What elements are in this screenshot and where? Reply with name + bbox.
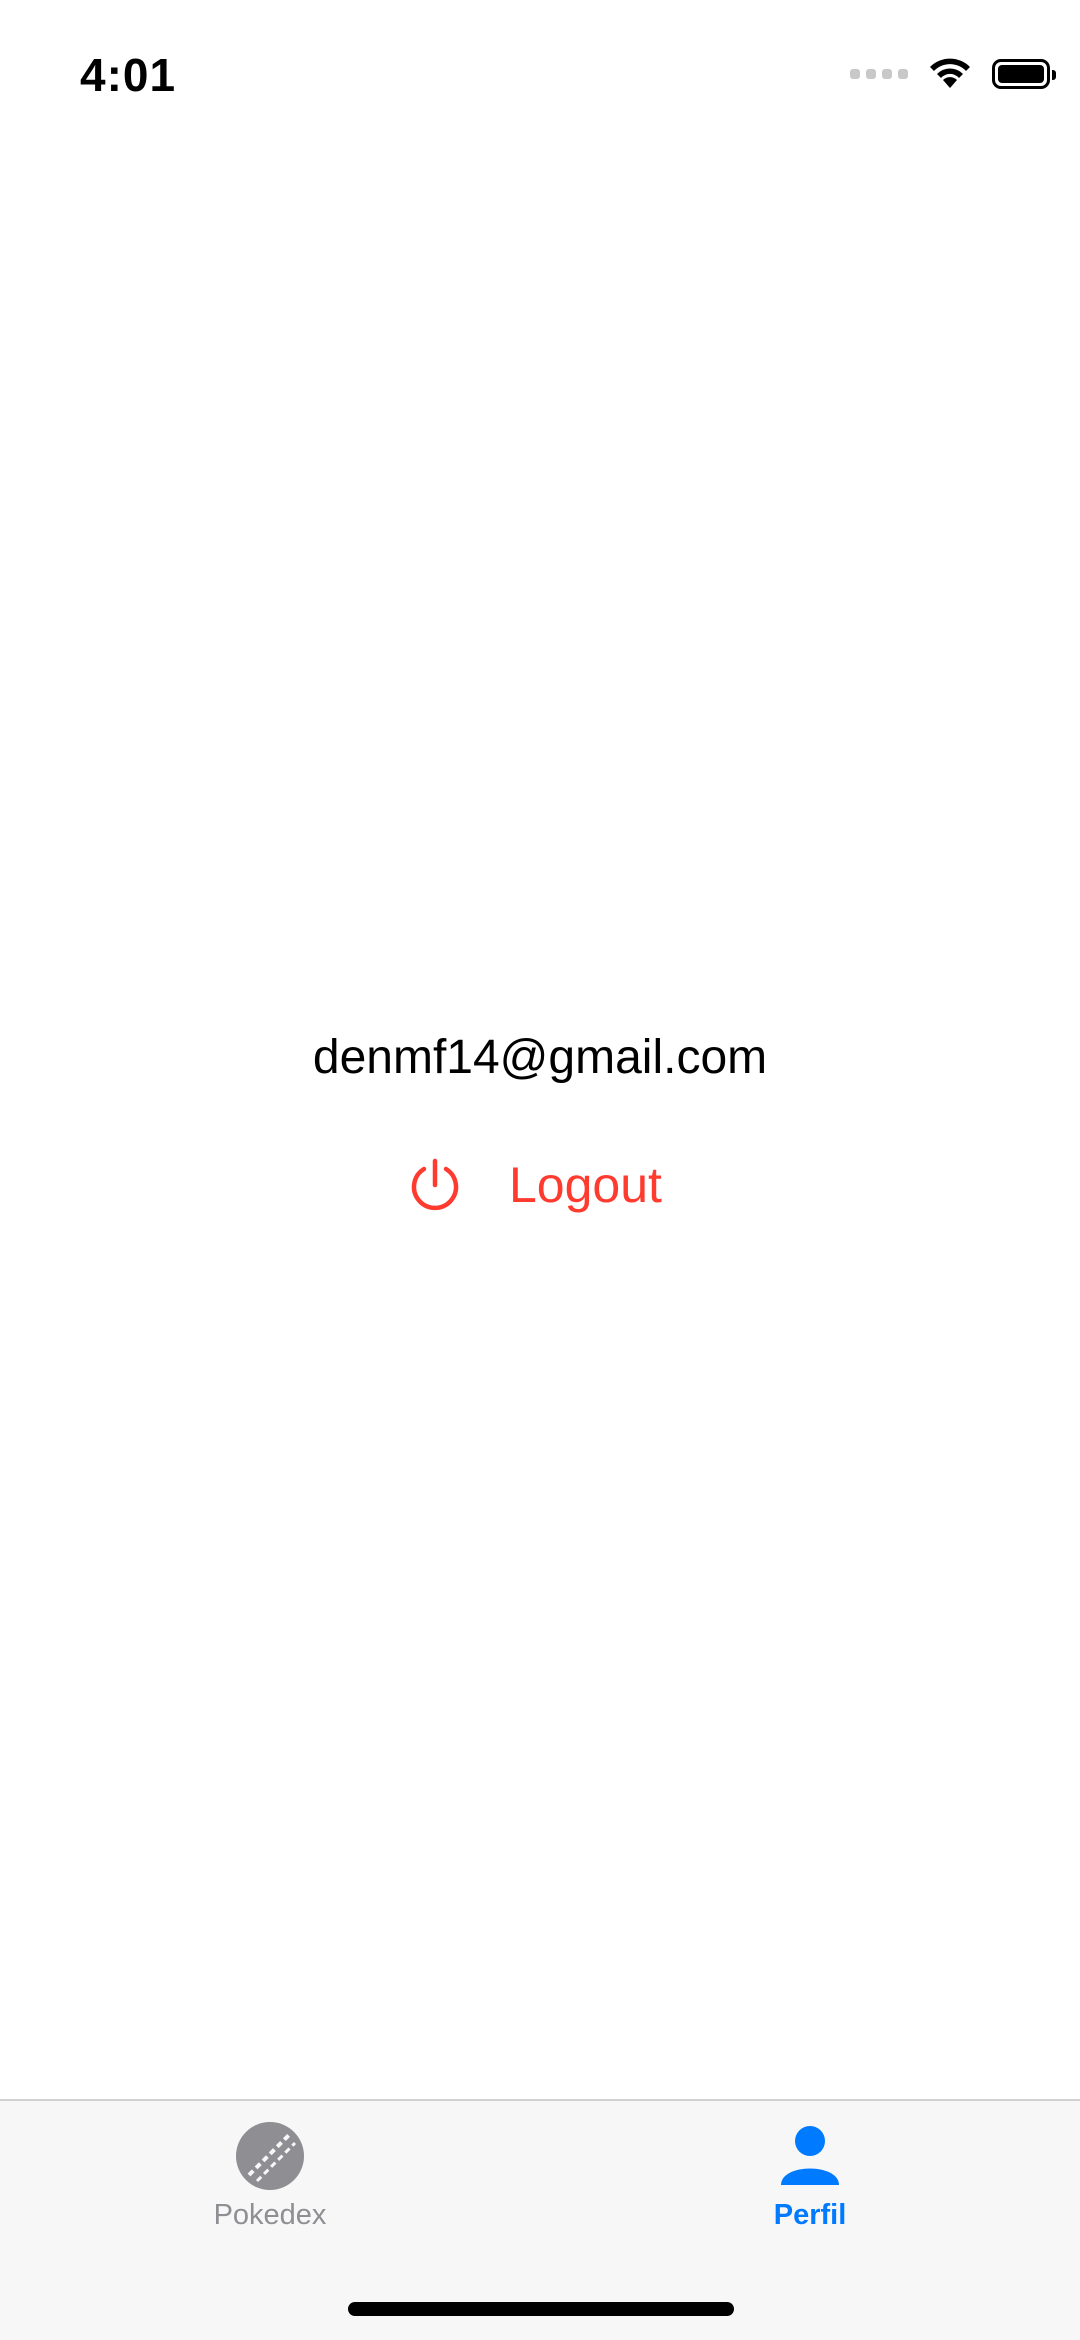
tab-label-pokedex: Pokedex — [213, 2199, 327, 2231]
pokeball-icon — [236, 2122, 304, 2190]
tab-label-perfil: Perfil — [773, 2199, 847, 2231]
status-bar: 4:01 — [0, 0, 1080, 140]
status-time: 4:01 — [80, 49, 177, 101]
logout-label: Logout — [509, 1157, 662, 1213]
home-indicator — [348, 2302, 734, 2316]
profile-screen: 4:01 denmf14@gmail.com Logout Pokedex Pe… — [0, 0, 1080, 2340]
person-icon — [781, 2126, 839, 2185]
tab-pokedex[interactable]: Pokedex — [120, 2119, 420, 2232]
power-icon — [411, 1158, 459, 1211]
user-email: denmf14@gmail.com — [312, 1031, 768, 1084]
logout-button[interactable]: Logout — [405, 1150, 662, 1220]
battery-icon — [992, 59, 1056, 89]
wifi-icon — [930, 58, 970, 88]
status-icons — [850, 58, 1056, 90]
tab-perfil[interactable]: Perfil — [660, 2119, 960, 2232]
cellular-signal-icon — [850, 69, 908, 79]
